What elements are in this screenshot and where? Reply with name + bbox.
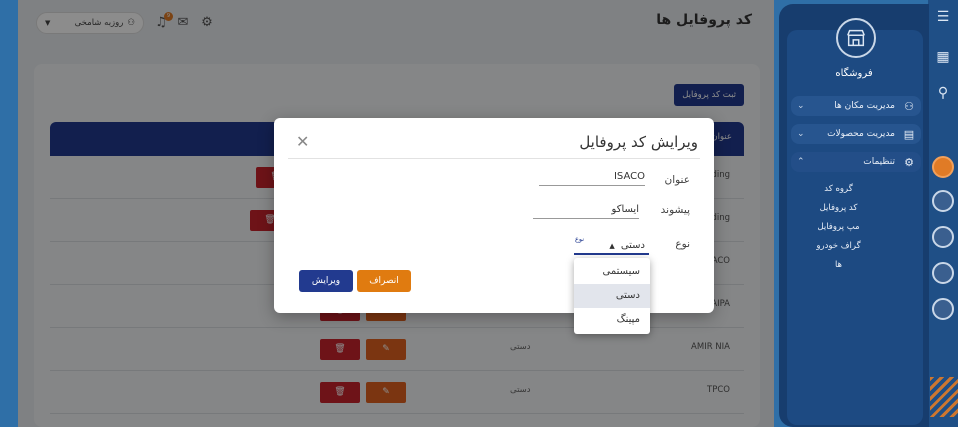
- chevron-down-icon: ⌄: [797, 101, 805, 111]
- title-input[interactable]: ISACO: [539, 171, 645, 186]
- divider: [288, 158, 700, 159]
- dialog-title: ویرایش کد پروفایل: [579, 133, 698, 151]
- submenu-item-profile-code[interactable]: کد پروفایل: [791, 199, 861, 218]
- store-icon[interactable]: ▦: [934, 48, 952, 66]
- title-label: عنوان: [664, 174, 691, 186]
- store-title: فروشگاه: [835, 68, 873, 79]
- prefix-label: پیشوند: [660, 204, 690, 216]
- close-icon[interactable]: ✕: [296, 132, 309, 151]
- type-select[interactable]: دستی ▲: [574, 240, 649, 255]
- settings-submenu: گروه کد کد پروفایل مپ پروفایل گراف خودرو…: [791, 180, 921, 270]
- icon-rail: ☰ ▦ ⚲: [928, 0, 958, 427]
- dropdown-option-manual[interactable]: دستی: [574, 284, 650, 308]
- hamburger-menu-icon[interactable]: ☰: [934, 8, 952, 26]
- rail-app-icon[interactable]: [932, 226, 954, 248]
- chevron-down-icon: ⌄: [797, 129, 805, 139]
- type-dropdown: سیستمی دستی مپینگ: [574, 258, 650, 334]
- caret-up-icon: ▲: [609, 242, 615, 250]
- store-logo-icon: [836, 18, 876, 58]
- submenu-item-profile-map[interactable]: مپ پروفایل: [791, 218, 861, 237]
- sidebar-item-products[interactable]: ▤ مدیریت محصولات ⌄: [791, 124, 921, 144]
- users-icon: ⚇: [904, 99, 914, 113]
- sidebar: فروشگاه ⚇ مدیریت مکان ها ⌄ ▤ مدیریت محصو…: [779, 4, 929, 427]
- rail-app-icon[interactable]: [932, 190, 954, 212]
- dropdown-option-mapping[interactable]: مپینگ: [574, 308, 650, 332]
- chevron-up-icon: ⌃: [797, 157, 805, 167]
- cancel-button[interactable]: انصراف: [357, 270, 411, 292]
- rail-app-icon[interactable]: [932, 262, 954, 284]
- sidebar-item-settings[interactable]: ⚙ تنظیمات ⌃: [791, 152, 921, 172]
- submenu-item-code-group[interactable]: گروه کد: [791, 180, 861, 199]
- dropdown-option-system[interactable]: سیستمی: [574, 260, 650, 284]
- gear-icon: ⚙: [904, 155, 914, 169]
- submenu-item-vehicle-graph[interactable]: گراف خودرو ها: [791, 237, 861, 270]
- decorative-pattern: [930, 377, 958, 417]
- prefix-input[interactable]: ایساکو: [533, 204, 639, 219]
- sidebar-item-locations[interactable]: ⚇ مدیریت مکان ها ⌄: [791, 96, 921, 116]
- edit-button[interactable]: ویرایش: [299, 270, 353, 292]
- rail-avatar-icon[interactable]: [932, 156, 954, 178]
- search-icon[interactable]: ⚲: [934, 84, 952, 102]
- type-selected-value: دستی: [620, 240, 645, 251]
- rail-app-icon[interactable]: [932, 298, 954, 320]
- store-icon: ▤: [903, 127, 915, 141]
- type-label: نوع: [675, 238, 690, 250]
